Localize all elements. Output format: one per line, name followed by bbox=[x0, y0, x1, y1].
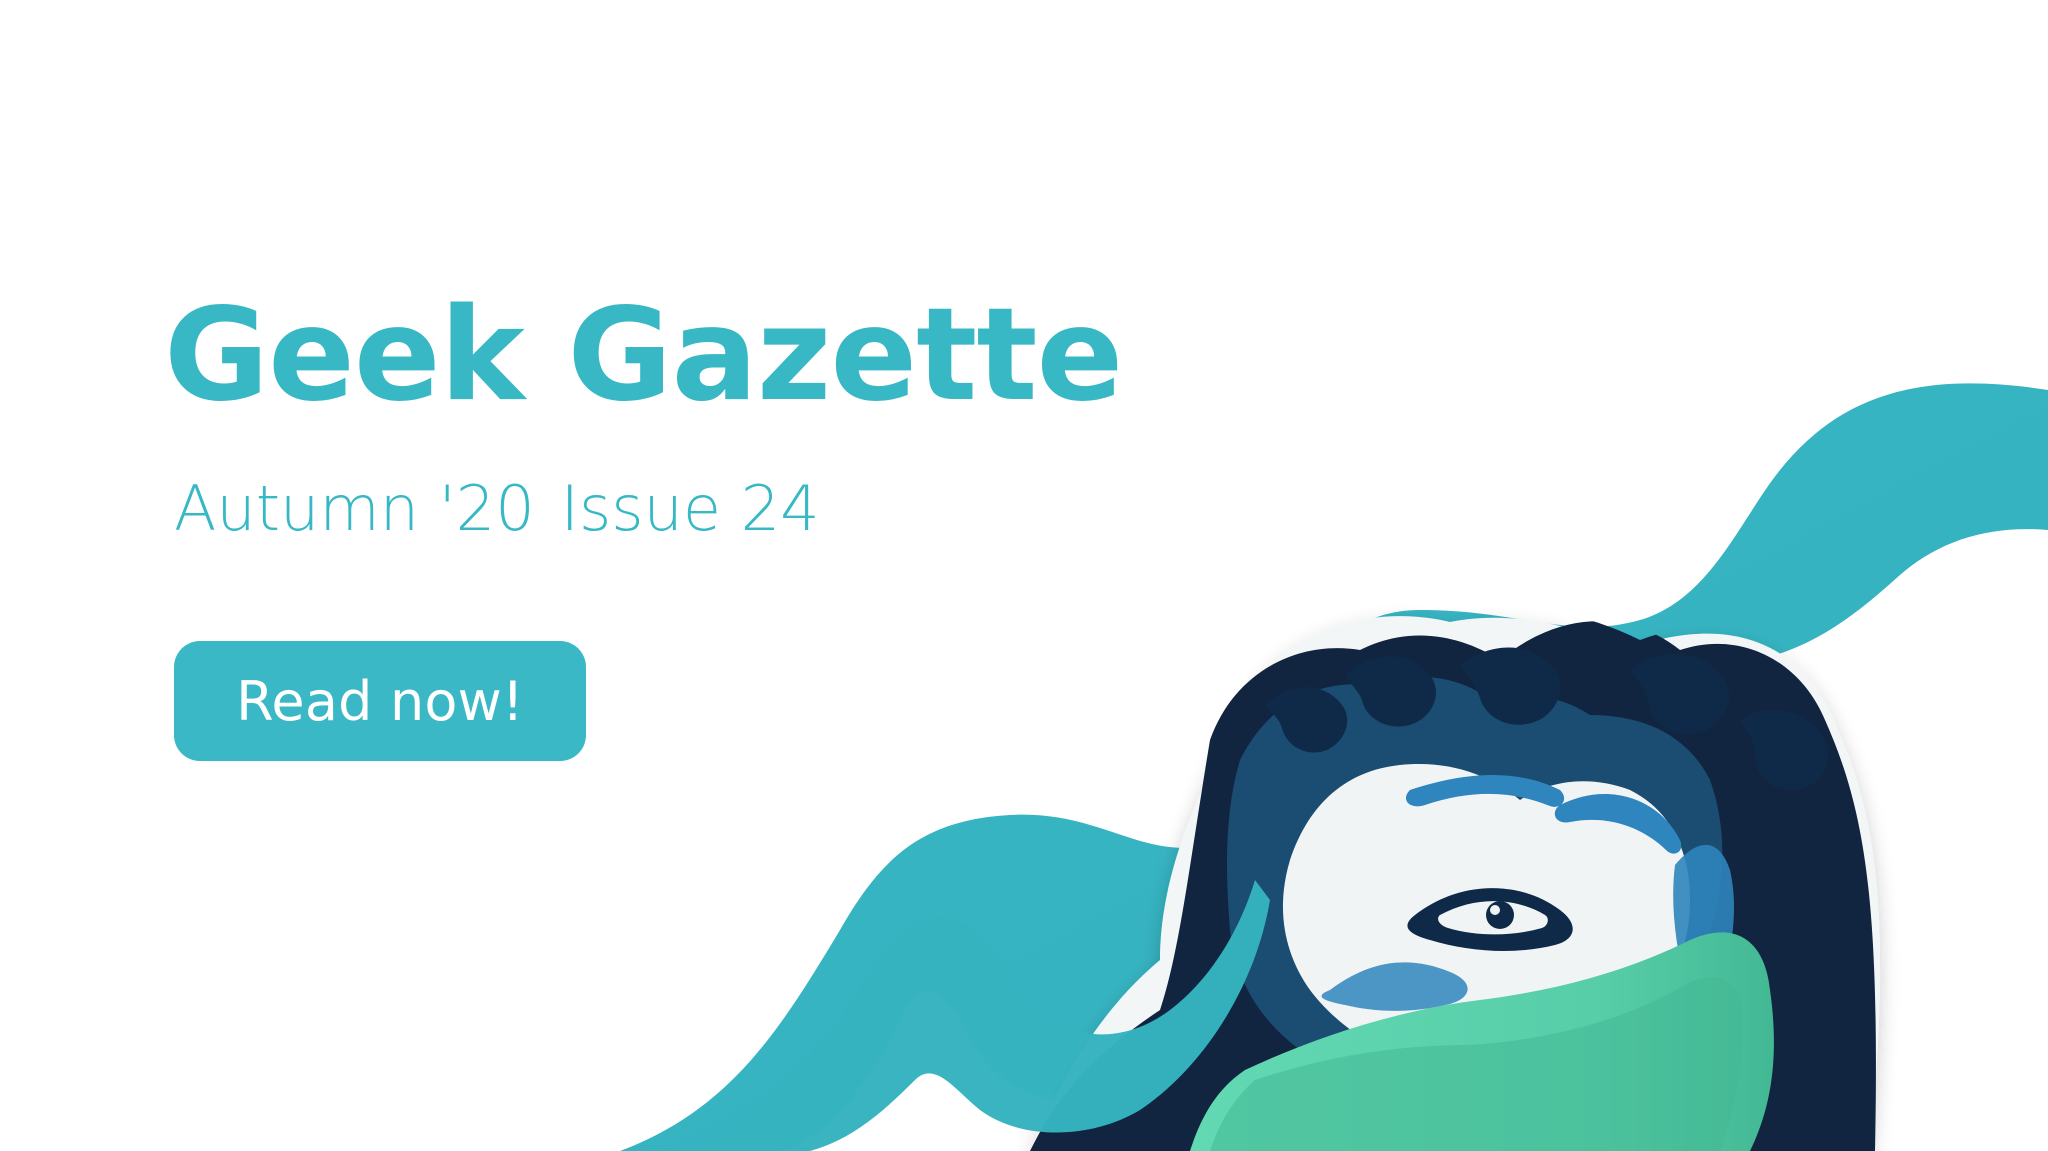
issue-number: Issue 24 bbox=[560, 472, 820, 545]
banner-page: Geek Gazette Autumn '20 Issue 24 Read now… bbox=[0, 0, 2048, 1151]
season-label: Autumn '20 bbox=[174, 472, 535, 545]
read-now-button[interactable]: Read now! bbox=[174, 641, 586, 761]
magazine-title: Geek Gazette bbox=[164, 281, 1123, 430]
issue-subtitle: Autumn '20 Issue 24 bbox=[174, 478, 820, 540]
read-now-label: Read now! bbox=[236, 669, 524, 733]
hero-content: Geek Gazette Autumn '20 Issue 24 Read now… bbox=[0, 0, 1123, 900]
